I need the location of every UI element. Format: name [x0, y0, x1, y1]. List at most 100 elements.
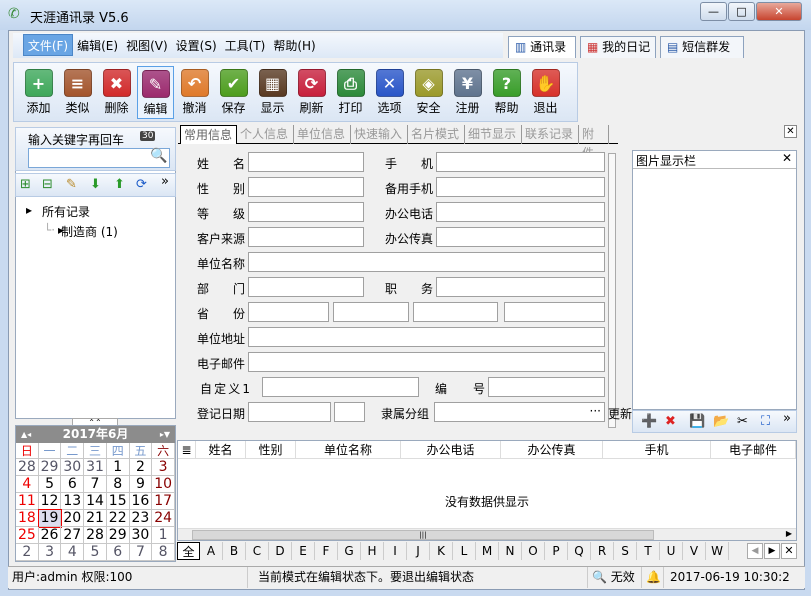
column-header[interactable]: 姓名	[196, 441, 246, 459]
source-field[interactable]	[248, 227, 364, 247]
calendar-day[interactable]: 3	[152, 459, 175, 476]
letter-F[interactable]: F	[315, 542, 338, 560]
menu-edit[interactable]: 编辑(E)	[73, 35, 122, 57]
toolbar-button-edit[interactable]: ✎ 编辑	[137, 66, 174, 119]
tree-item-manufacturer[interactable]: 制造商 (1)	[61, 223, 118, 240]
delete-picture-icon[interactable]: ✖	[665, 414, 676, 429]
calendar-day[interactable]: 29	[38, 459, 62, 476]
form-tab-6[interactable]: 联系记录	[522, 125, 579, 144]
column-header[interactable]: 办公电话	[401, 441, 501, 459]
letter-T[interactable]: T	[637, 542, 660, 560]
column-header[interactable]: 电子邮件	[711, 441, 796, 459]
town-field[interactable]	[504, 302, 605, 322]
form-tab-0[interactable]: 常用信息	[180, 125, 237, 144]
tab-contacts[interactable]: ▥ 通讯录	[508, 36, 576, 58]
add-group-icon[interactable]: ⊞	[20, 177, 31, 192]
form-tab-1[interactable]: 个人信息	[237, 125, 294, 144]
calendar-day[interactable]: 9	[129, 476, 153, 493]
refresh-icon[interactable]: ⟳	[136, 177, 147, 192]
next-month-icon[interactable]: ▸▼	[160, 426, 170, 443]
calendar-day[interactable]: 4	[16, 476, 39, 493]
calendar-day[interactable]: 20	[61, 510, 85, 527]
calendar-day[interactable]: 1	[106, 459, 130, 476]
toolbar-button-copy-user[interactable]: ≡ 类似	[59, 66, 96, 119]
letter-P[interactable]: P	[545, 542, 568, 560]
province-field[interactable]	[248, 302, 329, 322]
search-input[interactable]	[28, 148, 170, 168]
letters-close-icon[interactable]: ✕	[781, 543, 797, 559]
email-field[interactable]	[248, 352, 605, 372]
mobile2-field[interactable]	[436, 177, 605, 197]
form-tab-4[interactable]: 名片模式	[408, 125, 465, 144]
letter-R[interactable]: R	[591, 542, 614, 560]
toolbar-button-save[interactable]: ✔ 保存	[215, 66, 252, 119]
letter-A[interactable]: A	[200, 542, 223, 560]
calendar-day[interactable]: 28	[84, 527, 107, 544]
letter-I[interactable]: I	[384, 542, 407, 560]
toolbar-button-print[interactable]: ⎙ 打印	[332, 66, 369, 119]
calendar-day[interactable]: 18	[16, 510, 39, 527]
more-icon[interactable]: »	[783, 411, 791, 426]
tree-expand-icon[interactable]: ▸	[26, 203, 32, 217]
name-field[interactable]	[248, 152, 364, 172]
toolbar-button-shield[interactable]: ◈ 安全	[410, 66, 447, 119]
column-header[interactable]: 性别	[246, 441, 296, 459]
calendar-day[interactable]: 6	[106, 544, 130, 561]
edit-group-icon[interactable]: ✎	[66, 177, 77, 192]
calendar-day[interactable]: 15	[106, 493, 130, 510]
number-field[interactable]	[488, 377, 605, 397]
calendar-day[interactable]: 7	[84, 476, 107, 493]
calendar-day[interactable]: 3	[38, 544, 62, 561]
address-field[interactable]	[248, 327, 605, 347]
tab-sms[interactable]: ▤ 短信群发	[660, 36, 744, 58]
move-up-icon[interactable]: ⬆	[114, 177, 125, 192]
letter-V[interactable]: V	[683, 542, 706, 560]
menu-settings[interactable]: 设置(S)	[172, 35, 221, 57]
city-field[interactable]	[333, 302, 409, 322]
toolbar-button-display[interactable]: ▦ 显示	[254, 66, 291, 119]
level-field[interactable]	[248, 202, 364, 222]
letter-W[interactable]: W	[706, 542, 729, 560]
form-scrollbar[interactable]	[608, 153, 616, 428]
column-header[interactable]: 办公传真	[501, 441, 603, 459]
bell-icon[interactable]: 🔔	[642, 567, 664, 588]
tab-diary[interactable]: ▦ 我的日记	[580, 36, 656, 58]
column-header[interactable]: 单位名称	[296, 441, 401, 459]
minimize-button[interactable]: —	[700, 2, 727, 21]
toolbar-button-undo[interactable]: ↶ 撤消	[176, 66, 213, 119]
calendar-day[interactable]: 8	[152, 544, 175, 561]
letter-M[interactable]: M	[476, 542, 499, 560]
calendar-day[interactable]: 22	[106, 510, 130, 527]
company-field[interactable]	[248, 252, 605, 272]
calendar-day[interactable]: 17	[152, 493, 175, 510]
dept-field[interactable]	[248, 277, 364, 297]
horizontal-scrollbar[interactable]: ||| ▶	[178, 528, 796, 540]
capture-picture-icon[interactable]: ✂	[737, 414, 748, 429]
calendar-day[interactable]: 5	[38, 476, 62, 493]
form-close-icon[interactable]: ✕	[784, 125, 797, 138]
letter-O[interactable]: O	[522, 542, 545, 560]
letter-L[interactable]: L	[453, 542, 476, 560]
calendar-day[interactable]: 25	[16, 527, 39, 544]
calendar-day[interactable]: 21	[84, 510, 107, 527]
calendar-day[interactable]: 2	[129, 459, 153, 476]
scroll-right-icon[interactable]: ▶	[786, 529, 792, 538]
calendar-day[interactable]: 24	[152, 510, 175, 527]
group-field[interactable]: ···	[434, 402, 605, 422]
calendar-day[interactable]: 30	[129, 527, 153, 544]
add-picture-icon[interactable]: ➕	[641, 414, 657, 429]
calendar-icon[interactable]: 30	[140, 131, 156, 141]
office-fax-field[interactable]	[436, 227, 605, 247]
maximize-button[interactable]: □	[728, 2, 755, 21]
letters-next-icon[interactable]: ▶	[764, 543, 780, 559]
toolbar-button-delete[interactable]: ✖ 删除	[98, 66, 135, 119]
close-button[interactable]: ✕	[756, 2, 802, 21]
update-button[interactable]: 更新	[608, 405, 632, 422]
letter-E[interactable]: E	[292, 542, 315, 560]
letter-K[interactable]: K	[430, 542, 453, 560]
gender-field[interactable]	[248, 177, 364, 197]
letter-U[interactable]: U	[660, 542, 683, 560]
letter-全[interactable]: 全	[177, 542, 200, 560]
form-tab-5[interactable]: 细节显示	[465, 125, 522, 144]
toolbar-button-tools[interactable]: ✕ 选项	[371, 66, 408, 119]
